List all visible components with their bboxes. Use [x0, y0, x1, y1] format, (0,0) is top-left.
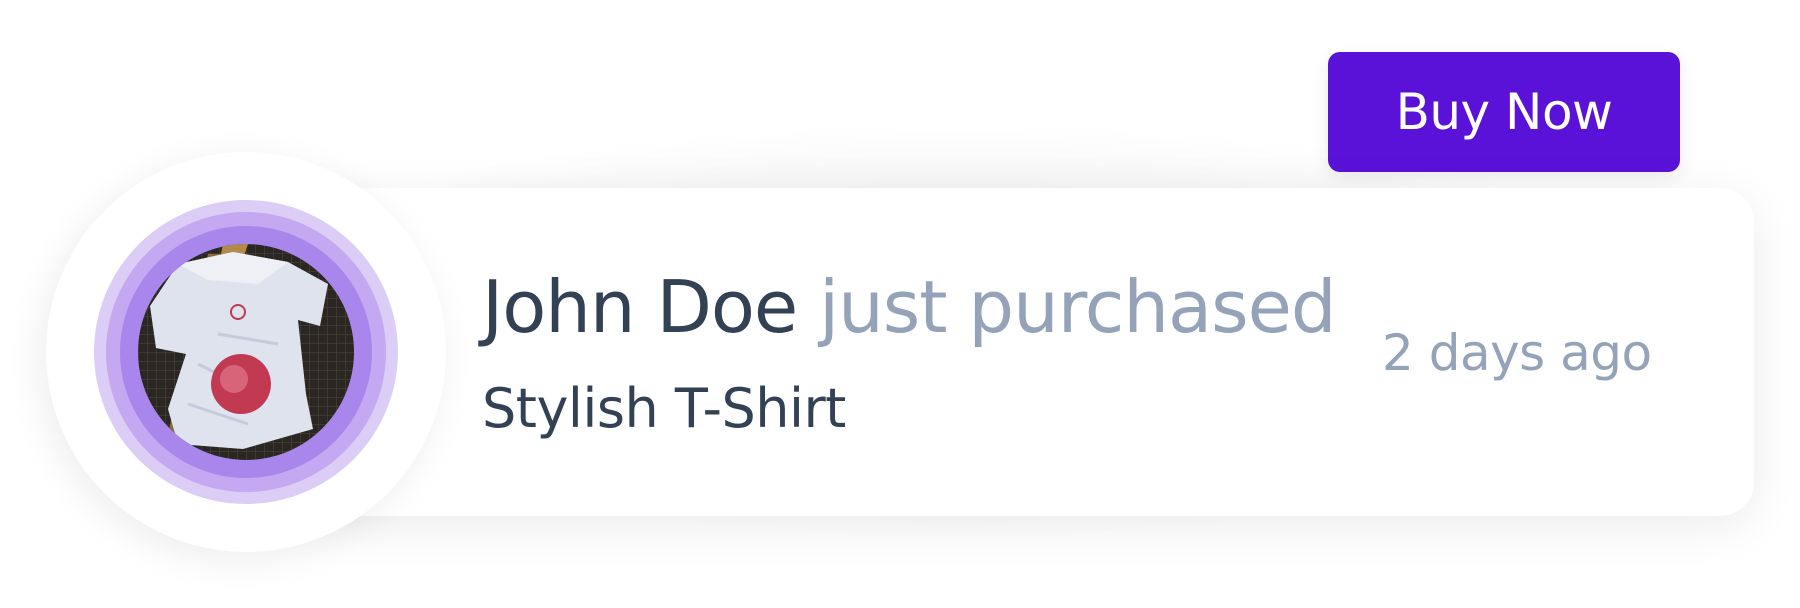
purchase-headline: John Doe just purchased [482, 262, 1337, 352]
purchase-action-text: just purchased [819, 265, 1336, 349]
t-shirt-product-image [138, 244, 354, 460]
buy-now-button[interactable]: Buy Now [1328, 52, 1680, 172]
product-name: Stylish T-Shirt [482, 377, 846, 440]
buyer-name: John Doe [482, 265, 798, 349]
time-ago: 2 days ago [1382, 324, 1652, 382]
t-shirt-icon [138, 244, 354, 460]
